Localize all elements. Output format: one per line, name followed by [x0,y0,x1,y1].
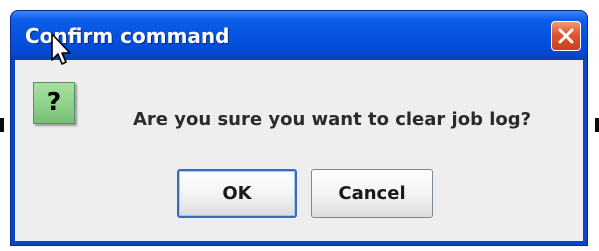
question-mark-glyph: ? [46,87,62,116]
ok-button[interactable]: OK [177,169,297,218]
dialog-body: ? Are you sure you want to clear job log… [15,60,583,241]
close-icon [558,28,574,44]
confirm-dialog: Confirm command ? Are you sure you want … [10,10,588,246]
background-edge [595,118,599,132]
title-bar[interactable]: Confirm command [11,11,587,60]
close-button[interactable] [551,21,581,51]
screen: Confirm command ? Are you sure you want … [0,0,599,251]
background-edge [0,118,4,132]
confirm-message: Are you sure you want to clear job log? [133,109,532,130]
cancel-button[interactable]: Cancel [311,169,433,218]
question-icon: ? [33,82,75,124]
mouse-pointer-icon [51,33,71,65]
